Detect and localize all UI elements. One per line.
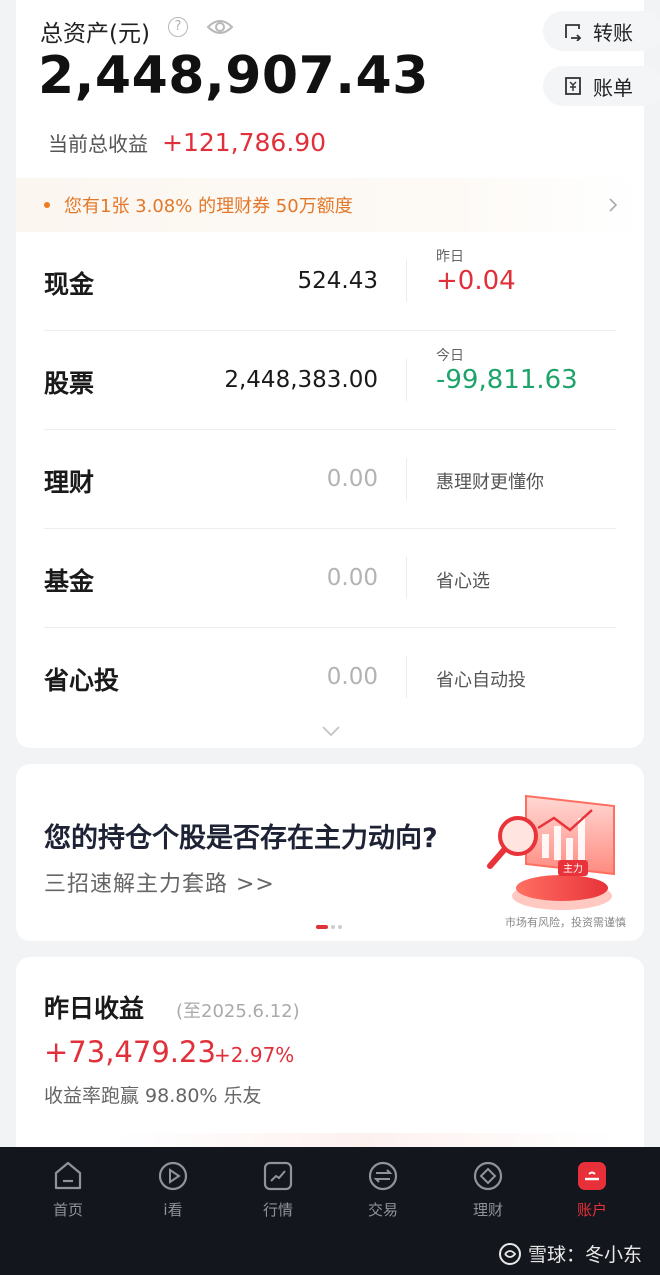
carousel-dot-active [316,925,328,929]
total-profit-label: 当前总收益 [48,132,148,156]
eye-icon[interactable] [206,17,234,37]
row-value: 0.00 [326,565,378,591]
monitor-chart-illustration: 主力 [487,794,615,910]
nav-label: i看 [163,1201,183,1219]
asset-list: 现金 524.43 昨日 +0.04 股票 2,448,383.00 今日 -9… [44,232,616,727]
row-name: 股票 [44,369,95,398]
banner-title: 您的持仓个股是否存在主力动向? [44,823,438,854]
row-hint: 省心选 [436,571,490,592]
row-value: 2,448,383.00 [224,367,378,393]
row-divider [406,260,407,302]
bill-icon [565,77,581,95]
coupon-dot [44,202,50,208]
row-divider [406,557,407,599]
row-value: 0.00 [326,664,378,690]
watermark: 雪球：冬小东 [498,1240,642,1267]
asset-row-auto-invest[interactable]: 省心投 0.00 省心自动投 [44,628,616,727]
earnings-date: (至2025.6.12) [176,1001,300,1022]
nav-home[interactable]: 首页 [28,1159,108,1220]
chevron-down-icon[interactable] [320,724,342,738]
carousel-dot [331,925,335,929]
earnings-percent: +2.97% [214,1043,295,1067]
total-assets-value: 2,448,907.43 [38,46,429,106]
nav-label: 首页 [52,1201,83,1219]
account-icon [578,1162,606,1190]
row-change: +0.04 [436,266,516,296]
banner-art-label: 主力 [563,862,583,875]
asset-row-stocks[interactable]: 股票 2,448,383.00 今日 -99,811.63 [44,331,616,430]
total-assets-label: 总资产(元) [40,21,150,47]
asset-row-cash[interactable]: 现金 524.43 昨日 +0.04 [44,232,616,331]
row-name: 现金 [44,270,95,299]
coupon-text: 您有1张 3.08% 的理财券 50万额度 [64,196,353,217]
row-divider [406,656,407,698]
row-name: 省心投 [44,666,120,695]
watermark-text: 雪球：冬小东 [527,1244,642,1266]
earnings-title: 昨日收益 [44,994,145,1023]
row-hint: 省心自动投 [436,670,526,691]
row-sub-label: 昨日 [436,249,464,265]
carousel-indicator [316,925,342,929]
row-name: 理财 [44,468,95,497]
total-profit: 当前总收益 +121,786.90 [48,128,326,157]
banner-subtitle: 三招速解主力套路 >> [44,872,275,897]
exchange-icon [368,1161,398,1191]
bill-label: 账单 [593,75,633,100]
bill-button[interactable]: 账单 [543,66,660,106]
asset-row-wealth[interactable]: 理财 0.00 惠理财更懂你 [44,430,616,529]
row-hint: 惠理财更懂你 [436,472,544,493]
earnings-value: +73,479.23 [44,1035,216,1069]
home-icon [54,1161,82,1190]
transfer-label: 转账 [593,20,633,45]
row-value: 0.00 [326,466,378,492]
coupon-banner[interactable]: 您有1张 3.08% 的理财券 50万额度 [16,178,644,232]
play-icon [158,1161,188,1191]
nav-watch[interactable]: i看 [133,1159,213,1220]
row-divider [406,458,407,500]
nav-label: 账户 [576,1201,607,1219]
nav-account[interactable]: 账户 [552,1159,632,1220]
nav-market[interactable]: 行情 [238,1159,318,1220]
row-change: -99,811.63 [436,365,578,395]
earnings-note: 收益率跑赢 98.80% 乐友 [44,1085,262,1107]
snowball-logo-icon [498,1242,521,1265]
nav-label: 行情 [262,1201,293,1219]
row-value: 524.43 [297,268,378,294]
row-name: 基金 [44,567,95,596]
nav-label: 理财 [472,1201,503,1219]
risk-note: 市场有风险，投资需谨慎 [505,916,626,929]
promo-banner[interactable]: 您的持仓个股是否存在主力动向? 三招速解主力套路 >> 主力 市场有风险，投资需… [16,764,644,941]
transfer-button[interactable]: 转账 [543,11,660,51]
carousel-dot [338,925,342,929]
total-profit-value: +121,786.90 [162,128,327,157]
diamond-icon [473,1161,503,1191]
row-sub-label: 今日 [436,348,464,364]
asset-row-fund[interactable]: 基金 0.00 省心选 [44,529,616,628]
nav-wealth[interactable]: 理财 [448,1159,528,1220]
chart-icon [263,1161,293,1191]
transfer-icon [565,24,582,41]
chevron-right-icon [609,198,618,212]
help-icon[interactable]: ? [168,17,188,37]
nav-label: 交易 [367,1201,398,1219]
nav-trade[interactable]: 交易 [343,1159,423,1220]
asset-card: 总资产(元) ? 2,448,907.43 转账 账单 当前总收益 +121,7… [16,0,660,748]
row-divider [406,359,407,401]
